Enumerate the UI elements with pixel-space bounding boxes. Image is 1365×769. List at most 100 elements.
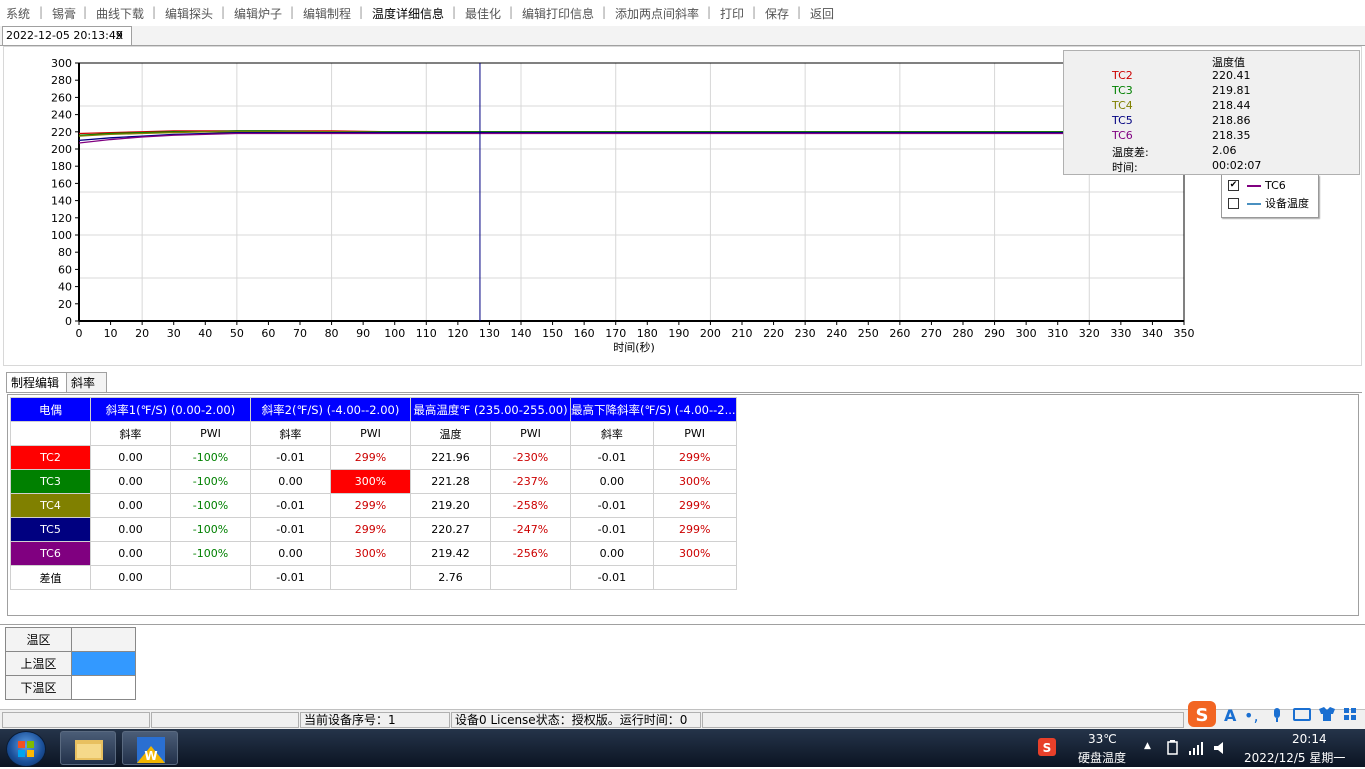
sogou-logo-icon: S: [1188, 701, 1216, 727]
legend-label: 设备温度: [1265, 197, 1309, 210]
table-cell: 0.00: [90, 517, 171, 542]
x-tick-label: 60: [261, 327, 275, 340]
zone-color-upper[interactable]: [71, 651, 136, 676]
file-explorer-icon[interactable]: [60, 731, 116, 765]
menu-separator: |: [602, 5, 607, 19]
x-tick-label: 240: [826, 327, 847, 340]
zone-label-lower: 下温区: [5, 675, 72, 700]
menu-item-edit-process[interactable]: 编辑制程: [303, 5, 351, 22]
menu-bar: 系统 | 锡膏 | 曲线下载 | 编辑探头 | 编辑炉子 | 编辑制程 | 温度…: [0, 0, 1365, 26]
readout-row: TC5 218.86: [1112, 114, 1352, 129]
menu-item-print[interactable]: 打印: [720, 5, 744, 22]
table-cell: 0.00: [90, 469, 171, 494]
table-row[interactable]: TC6 0.00 -100% 0.00 300% 219.42 -256% 0.…: [10, 541, 737, 566]
readout-name: 时间:: [1112, 161, 1138, 174]
table-cell: 300%: [652, 541, 737, 566]
table-cell: 299%: [330, 493, 411, 518]
readout-name: 温度差:: [1112, 146, 1149, 159]
table-row[interactable]: TC2 0.00 -100% -0.01 299% 221.96 -230% -…: [10, 445, 737, 470]
battery-icon[interactable]: [1165, 740, 1181, 756]
menu-item-optimize[interactable]: 最佳化: [465, 5, 501, 22]
x-tick-label: 260: [889, 327, 910, 340]
legend-checkbox-checked[interactable]: ✔: [1228, 179, 1239, 191]
readout-value: 218.86: [1212, 114, 1251, 127]
clock-time[interactable]: 20:14: [1292, 732, 1327, 746]
x-tick-label: 100: [384, 327, 405, 340]
y-tick-label: 240: [51, 109, 72, 122]
x-tick-label: 190: [668, 327, 689, 340]
zone-row[interactable]: 上温区: [5, 651, 136, 676]
microphone-icon: [1274, 708, 1280, 722]
temperature-readout-box: 温度值 TC2 220.41 TC3 219.81 TC4 218.44 TC5…: [1063, 50, 1360, 175]
close-tab-button[interactable]: X: [115, 27, 123, 45]
y-tick-label: 20: [58, 298, 72, 311]
table-cell-highlighted: 300%: [330, 469, 411, 494]
thermocouple-name: TC2: [10, 445, 91, 470]
zone-table: 温区 上温区 下温区: [5, 627, 136, 700]
table-cell: -0.01: [570, 445, 654, 470]
readout-header: 温度值: [1212, 56, 1245, 69]
table-row-diff[interactable]: 差值 0.00 -0.01 2.76 -0.01: [10, 565, 737, 590]
y-tick-label: 280: [51, 74, 72, 87]
menu-item-add-slope[interactable]: 添加两点间斜率: [615, 5, 699, 22]
readout-name: TC4: [1112, 99, 1133, 112]
header-max-fall-slope: 最高下降斜率(℉/S) (-4.00--2...: [570, 397, 737, 422]
legend-checkbox[interactable]: [1228, 197, 1239, 209]
y-tick-label: 120: [51, 212, 72, 225]
table-cell: -100%: [170, 493, 251, 518]
sub-header: 斜率: [90, 421, 171, 446]
menu-item-edit-print-info[interactable]: 编辑打印信息: [522, 5, 594, 22]
status-pane-empty: [2, 712, 150, 728]
table-cell: 221.96: [410, 445, 491, 470]
y-tick-label: 160: [51, 177, 72, 190]
table-row[interactable]: TC4 0.00 -100% -0.01 299% 219.20 -258% -…: [10, 493, 737, 518]
tab-process-edit[interactable]: 制程编辑: [6, 372, 67, 392]
table-row[interactable]: TC5 0.00 -100% -0.01 299% 220.27 -247% -…: [10, 517, 737, 542]
zone-row[interactable]: 下温区: [5, 675, 136, 700]
table-row[interactable]: TC3 0.00 -100% 0.00 300% 221.28 -237% 0.…: [10, 469, 737, 494]
menu-item-temperature-details[interactable]: 温度详细信息: [372, 5, 444, 22]
y-tick-label: 0: [65, 315, 72, 328]
menu-item-system[interactable]: 系统: [6, 5, 30, 22]
zone-header: 温区: [5, 627, 72, 652]
x-tick-label: 330: [1110, 327, 1131, 340]
table-cell: 0.00: [250, 541, 331, 566]
menu-item-back[interactable]: 返回: [810, 5, 834, 22]
skin-icon: [1319, 707, 1335, 721]
zone-color-lower[interactable]: [71, 675, 136, 700]
legend-item-tc6[interactable]: ✔ TC6: [1228, 179, 1286, 193]
table-cell: -256%: [490, 541, 571, 566]
legend-swatch: [1247, 185, 1261, 187]
x-tick-label: 210: [732, 327, 753, 340]
menu-item-curve-download[interactable]: 曲线下载: [96, 5, 144, 22]
keyboard-icon: [1293, 708, 1311, 721]
volume-icon[interactable]: [1212, 740, 1228, 756]
sub-header: PWI: [330, 421, 411, 446]
tray-expand-icon[interactable]: ▲: [1144, 741, 1151, 751]
ime-toolbar: S A •,: [1186, 699, 1361, 729]
menu-item-edit-probe[interactable]: 编辑探头: [165, 5, 213, 22]
sub-header: PWI: [170, 421, 251, 446]
menu-separator: |: [752, 5, 757, 19]
document-tab-title: 2022-12-05 20:13:49: [6, 29, 123, 42]
header-slope1: 斜率1(℉/S) (0.00-2.00): [90, 397, 251, 422]
clock-date[interactable]: 2022/12/5 星期一: [1244, 749, 1345, 766]
menu-item-solder-paste[interactable]: 锡膏: [52, 5, 76, 22]
table-cell: 0.00: [90, 493, 171, 518]
network-icon[interactable]: [1188, 740, 1204, 756]
document-tab[interactable]: 2022-12-05 20:13:49 X: [2, 26, 132, 45]
table-cell: 300%: [330, 541, 411, 566]
readout-row: 温度差: 2.06: [1112, 144, 1352, 159]
ime-font-icon: A: [1224, 706, 1237, 725]
x-tick-label: 80: [325, 327, 339, 340]
menu-item-save[interactable]: 保存: [765, 5, 789, 22]
app-window-icon[interactable]: W: [122, 731, 178, 765]
table-cell: -0.01: [250, 517, 331, 542]
windows-start-icon[interactable]: [6, 731, 46, 767]
sogou-tray-icon[interactable]: S: [1038, 738, 1056, 756]
legend-item-device-temp[interactable]: 设备温度: [1228, 195, 1309, 210]
tab-slope[interactable]: 斜率: [67, 372, 107, 392]
table-cell: 221.28: [410, 469, 491, 494]
menu-item-edit-oven[interactable]: 编辑炉子: [234, 5, 282, 22]
y-tick-label: 60: [58, 263, 72, 276]
